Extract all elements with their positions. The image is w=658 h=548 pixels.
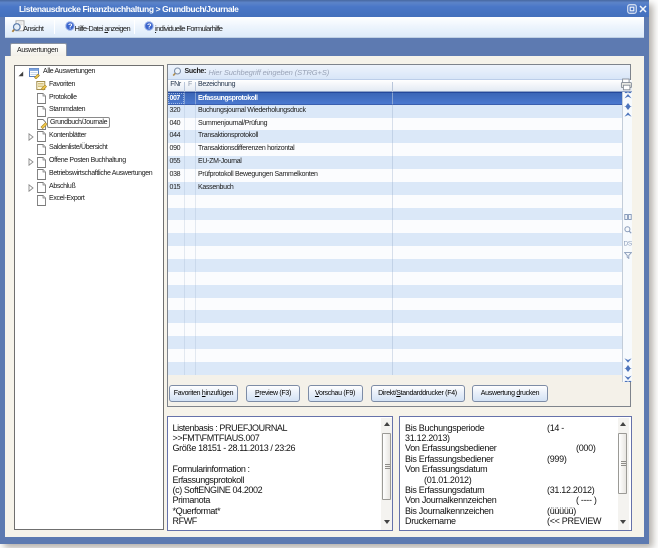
svg-text:DS: DS — [624, 240, 633, 247]
